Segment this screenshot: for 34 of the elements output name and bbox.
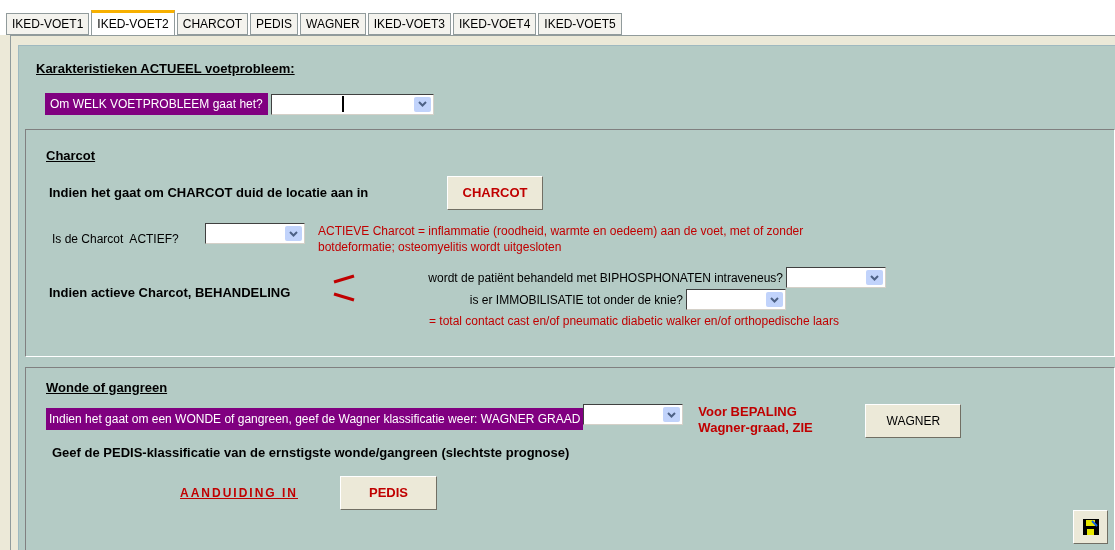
pedis-prefix: AANDUIDING IN <box>180 484 299 502</box>
immobilisation-note: = total contact cast en/of pneumatic diabetic walker en/of orthopedische laars <box>429 313 840 330</box>
dropdown-field[interactable] <box>686 289 786 310</box>
save-icon[interactable] <box>1073 510 1108 544</box>
biphosphonates-label: wordt de patiënt behandeld met BIPHOSPHONATEN intraveneus? <box>428 269 783 287</box>
active-note: ACTIEVE Charcot = inflammatie (roodheid, warmte en oedeem) aan de voet, met of zonder botdeformatie; osteomyelitis wordt uitgesloten <box>318 223 805 255</box>
wagner-button[interactable]: WAGNER <box>865 404 962 438</box>
pedis-label: Geef de PEDIS-klassificatie van de ernstigste wonde/gangreen (slechtste prognose) <box>52 444 571 462</box>
question-label: Om WELK VOETPROBLEEM gaat het? <box>45 93 268 115</box>
charcot-button[interactable]: CHARCOT <box>447 176 543 210</box>
tab[interactable]: PEDIS <box>250 13 299 35</box>
treatment-label: Indien actieve Charcot, BEHANDELING <box>49 284 292 302</box>
tab[interactable]: IKED-VOET1 <box>6 13 90 35</box>
active-label: Is de Charcot ACTIEF? <box>52 231 180 248</box>
dropdown-field[interactable] <box>583 404 684 425</box>
tab[interactable]: IKED-VOET4 <box>453 13 537 35</box>
dropdown-field[interactable] <box>205 223 305 244</box>
location-label: Indien het gaat om CHARCOT duid de locatie aan in <box>49 184 370 203</box>
immobilisation-label: is er IMMOBILISATIE tot onder de knie? <box>469 291 683 309</box>
tab[interactable]: IKED-VOET2 <box>91 10 175 35</box>
tab[interactable]: IKED-VOET3 <box>367 13 451 35</box>
dropdown-field[interactable] <box>270 93 434 115</box>
tab[interactable]: CHARCOT <box>176 13 249 35</box>
wagner-label: Indien het gaat om een WONDE of gangreen, geef de Wagner klassificatie weer: WAGNER GRAAD <box>46 408 584 430</box>
pedis-button[interactable]: PEDIS <box>340 475 437 510</box>
section-title: Charcot <box>46 147 97 164</box>
tab[interactable]: IKED-VOET5 <box>538 13 622 35</box>
dropdown-field[interactable] <box>786 267 886 288</box>
section-heading: Karakteristieken ACTUEEL voetprobleem: <box>36 60 296 77</box>
bracket-icon <box>332 274 356 302</box>
wagner-note: Voor BEPALING Wagner-graad, ZIE <box>698 404 814 436</box>
section-title: Wonde of gangreen <box>46 379 169 396</box>
tab[interactable]: WAGNER <box>300 13 366 35</box>
text-cursor <box>341 95 344 112</box>
